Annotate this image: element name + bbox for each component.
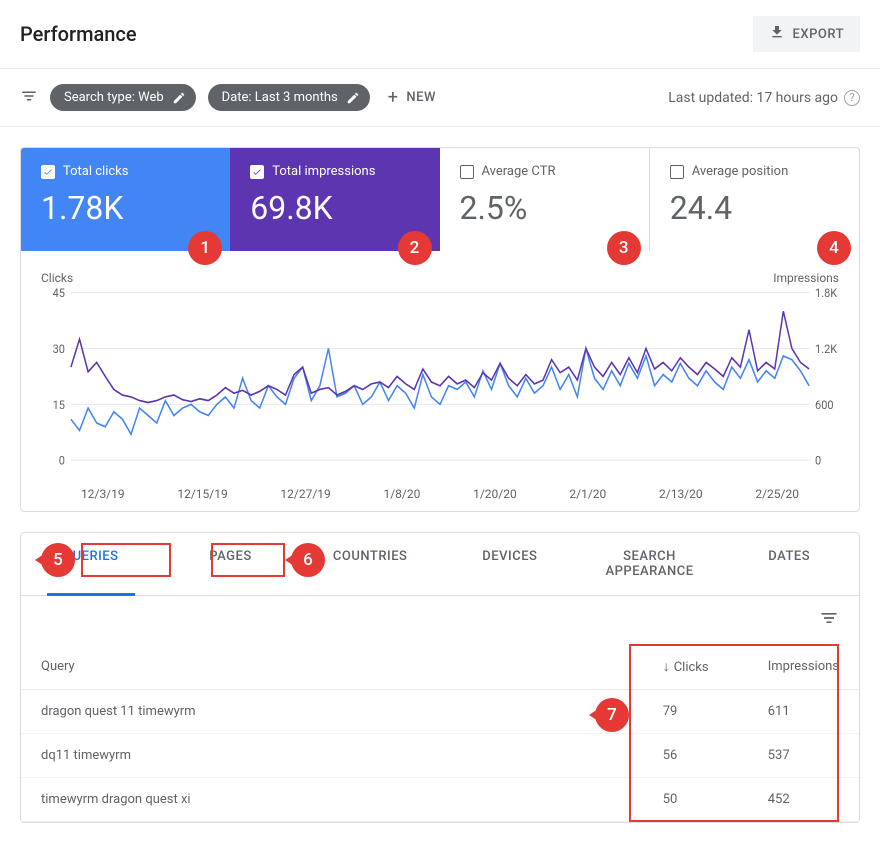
svg-text:600: 600: [815, 397, 833, 412]
x-tick: 1/8/20: [383, 487, 420, 501]
x-tick: 2/13/20: [659, 487, 703, 501]
checkbox-icon: [250, 165, 264, 179]
annotation-5: 5: [35, 543, 75, 577]
right-axis-label: Impressions: [773, 271, 839, 285]
metric-label-text: Total impressions: [272, 164, 375, 179]
table-filter-icon[interactable]: [819, 608, 839, 632]
annotation-2: 2: [398, 231, 432, 265]
tab-pages[interactable]: PAGES: [161, 533, 301, 595]
svg-text:15: 15: [53, 397, 66, 412]
metric-value: 1.78K: [41, 189, 210, 227]
filters-bar: Search type: Web Date: Last 3 months + N…: [0, 69, 880, 127]
new-button-label: NEW: [406, 90, 436, 105]
metric-label-text: Total clicks: [63, 164, 128, 179]
svg-text:45: 45: [53, 287, 66, 300]
annotation-1: 1: [188, 231, 222, 265]
impressions-cell: 452: [748, 778, 859, 822]
tabs-row: QUERIESPAGESCOUNTRIESDEVICESSEARCH APPEA…: [21, 533, 859, 596]
table-row[interactable]: dq11 timewyrm56537: [21, 734, 859, 778]
chip-label: Search type: Web: [64, 90, 164, 105]
metrics-card: Total clicks 1.78K 1 Total impressions 69.8K…: [20, 147, 860, 512]
metric-label-text: Average CTR: [482, 164, 556, 179]
annotation-6: 6: [285, 543, 325, 577]
x-tick: 2/25/20: [755, 487, 799, 501]
x-tick: 12/15/19: [177, 487, 227, 501]
svg-text:1.8K: 1.8K: [815, 287, 838, 300]
clicks-cell: 56: [643, 734, 748, 778]
query-cell: dragon quest 11 timewyrm: [21, 690, 643, 734]
help-icon[interactable]: ?: [844, 90, 860, 106]
annotation-4: 4: [817, 231, 851, 265]
last-updated-text: Last updated: 17 hours ago: [668, 90, 838, 106]
plus-icon: +: [388, 87, 399, 108]
col-query: Query: [21, 644, 643, 690]
last-updated: Last updated: 17 hours ago ?: [668, 90, 860, 106]
metric-value: 2.5%: [460, 189, 629, 227]
x-axis: 12/3/19 12/15/19 12/27/19 1/8/20 1/20/20 2/1/…: [41, 481, 839, 501]
impressions-cell: 537: [748, 734, 859, 778]
checkbox-icon: [670, 165, 684, 179]
queries-table: Query ↓Clicks Impressions dragon quest 1…: [21, 644, 859, 822]
svg-text:30: 30: [53, 341, 65, 356]
svg-text:0: 0: [59, 453, 65, 468]
export-button[interactable]: EXPORT: [753, 16, 860, 52]
new-filter-button[interactable]: + NEW: [382, 81, 442, 114]
svg-text:1.2K: 1.2K: [815, 341, 838, 356]
clicks-cell: 79: [643, 690, 748, 734]
chip-search-type[interactable]: Search type: Web: [50, 84, 196, 111]
page-title: Performance: [20, 22, 137, 46]
svg-text:0: 0: [815, 453, 821, 468]
tabs-card: QUERIESPAGESCOUNTRIESDEVICESSEARCH APPEA…: [20, 532, 860, 823]
tab-dates[interactable]: DATES: [719, 533, 859, 595]
query-cell: dq11 timewyrm: [21, 734, 643, 778]
annotation-7: 7: [589, 698, 629, 732]
annotation-3: 3: [607, 231, 641, 265]
chip-label: Date: Last 3 months: [222, 90, 338, 105]
col-clicks[interactable]: ↓Clicks: [643, 644, 748, 690]
impressions-cell: 611: [748, 690, 859, 734]
table-row[interactable]: dragon quest 11 timewyrm79611: [21, 690, 859, 734]
x-tick: 12/27/19: [280, 487, 330, 501]
x-tick: 2/1/20: [569, 487, 606, 501]
metric-tile-1[interactable]: Total impressions69.8K2: [230, 148, 439, 251]
metric-value: 24.4: [670, 189, 839, 227]
metric-tile-2[interactable]: Average CTR2.5%3: [440, 148, 650, 251]
table-row[interactable]: timewyrm dragon quest xi50452: [21, 778, 859, 822]
metric-value: 69.8K: [250, 189, 419, 227]
performance-chart[interactable]: 0 0 15 600 30 1.2K 45 1.8K: [41, 287, 839, 477]
col-impressions[interactable]: Impressions: [748, 644, 859, 690]
metric-tile-0[interactable]: Total clicks1.78K1: [21, 148, 230, 251]
tab-devices[interactable]: DEVICES: [440, 533, 580, 595]
clicks-cell: 50: [643, 778, 748, 822]
download-icon: [769, 24, 785, 44]
export-label: EXPORT: [793, 27, 844, 42]
pencil-icon: [346, 91, 360, 105]
metric-label-text: Average position: [692, 164, 789, 179]
left-axis-label: Clicks: [41, 271, 73, 285]
filter-lines-icon[interactable]: [20, 87, 38, 109]
chart-area: Clicks Impressions 0 0 15 600 30 1.2K 45 1.8K 1…: [21, 251, 859, 511]
chip-date[interactable]: Date: Last 3 months: [208, 84, 370, 111]
checkbox-icon: [460, 165, 474, 179]
sort-desc-icon: ↓: [663, 659, 670, 675]
query-cell: timewyrm dragon quest xi: [21, 778, 643, 822]
checkbox-icon: [41, 165, 55, 179]
pencil-icon: [172, 91, 186, 105]
tab-search-appearance[interactable]: SEARCH APPEARANCE: [580, 533, 720, 595]
x-tick: 12/3/19: [81, 487, 125, 501]
metric-tile-3[interactable]: Average position24.44: [650, 148, 859, 251]
header: Performance EXPORT: [0, 0, 880, 69]
x-tick: 1/20/20: [473, 487, 517, 501]
